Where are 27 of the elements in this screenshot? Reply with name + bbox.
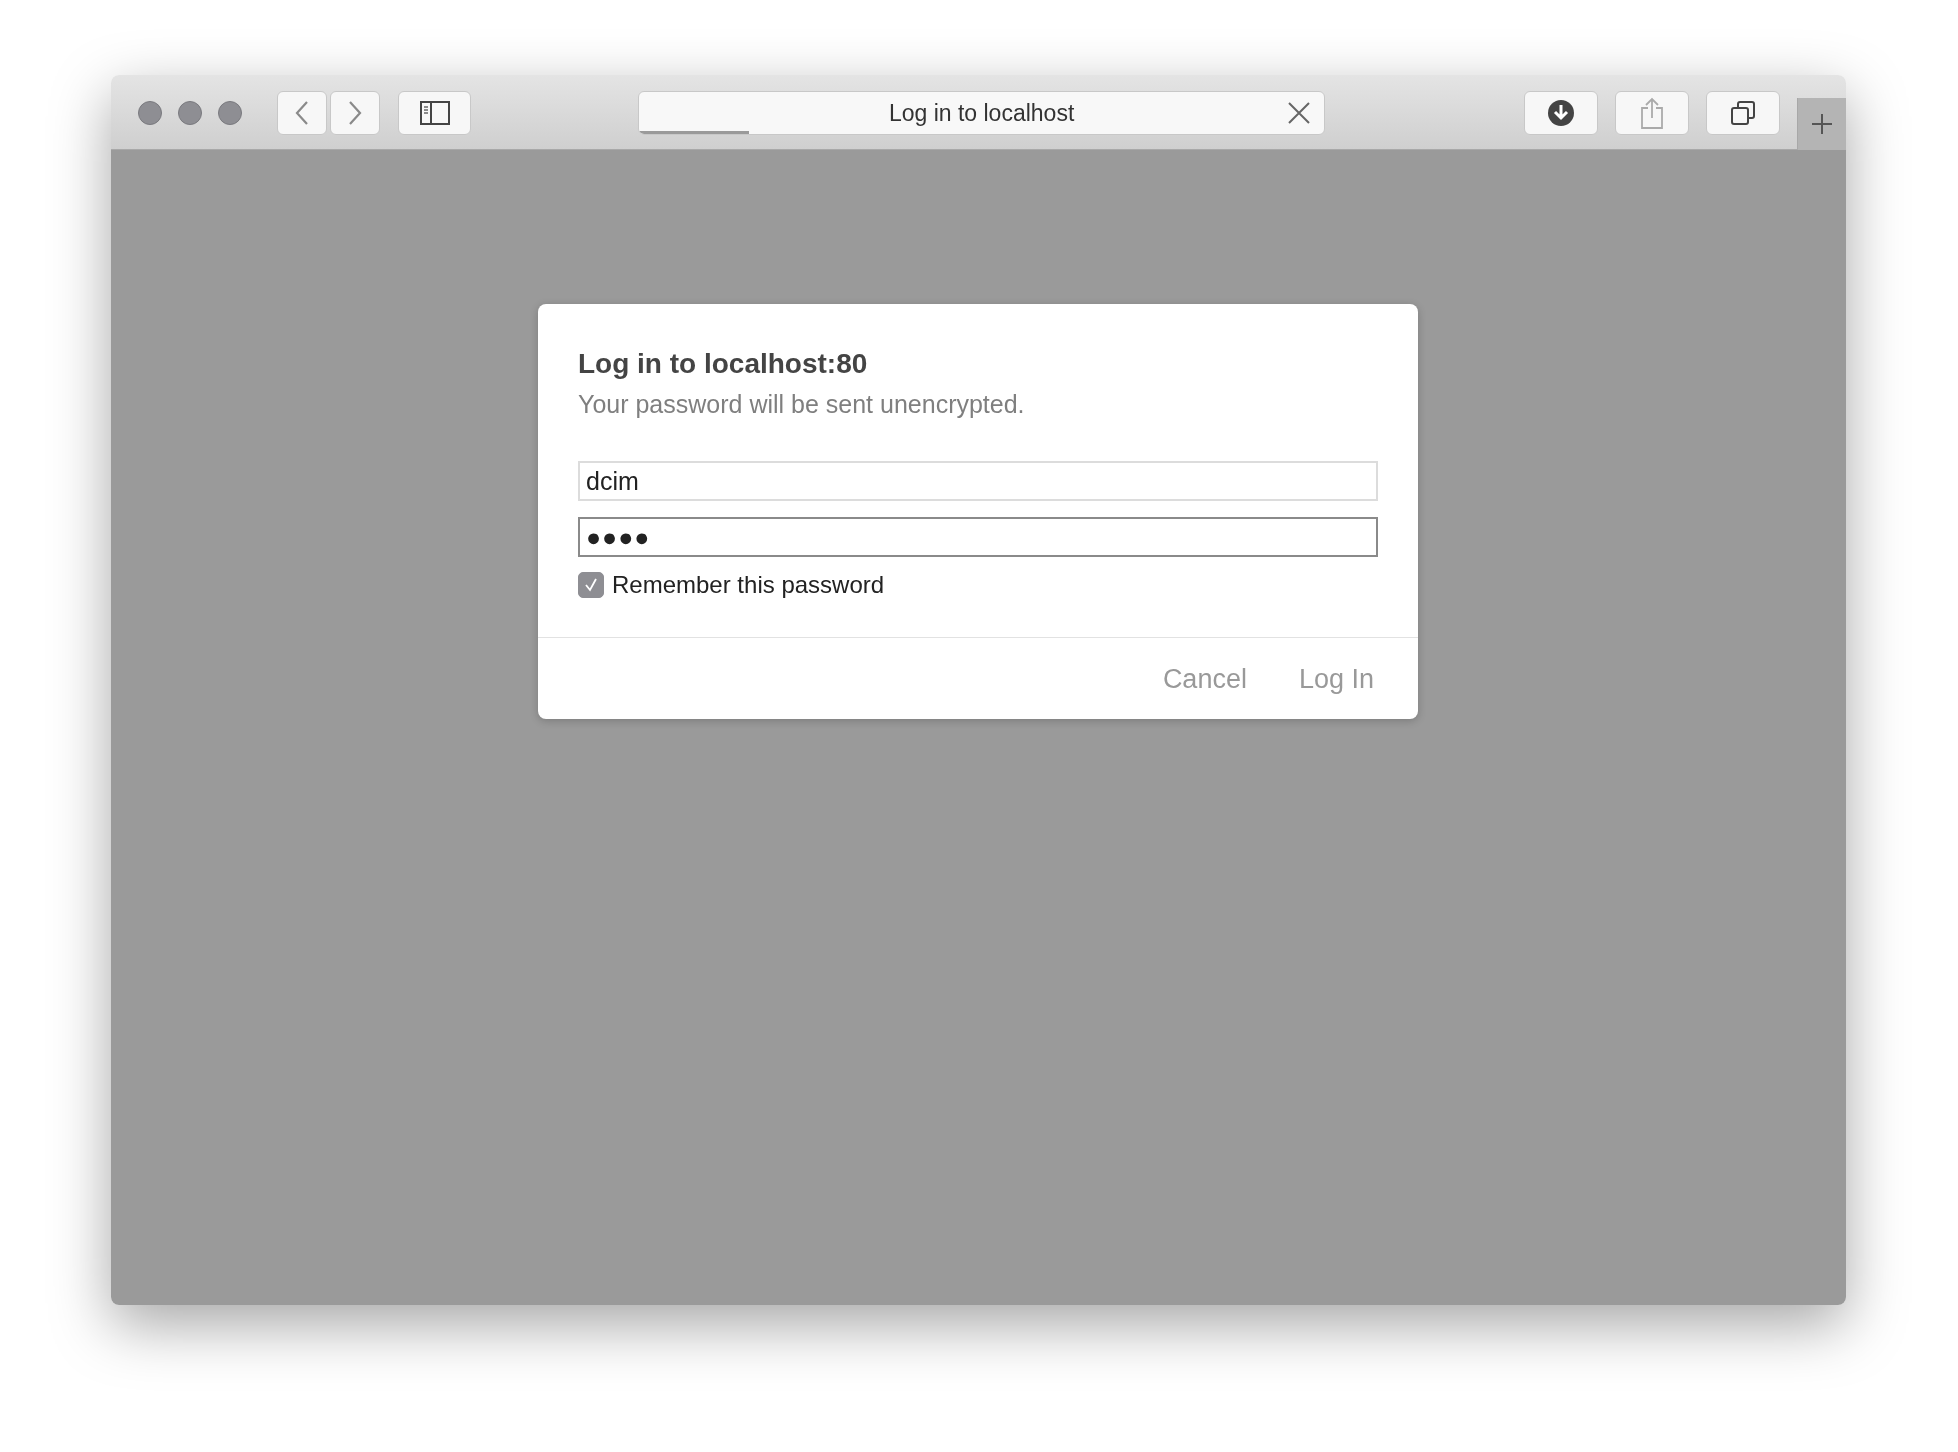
checkmark-icon <box>583 577 599 593</box>
remember-checkbox[interactable] <box>578 572 604 598</box>
minimize-window-button[interactable] <box>178 101 202 125</box>
close-window-button[interactable] <box>138 101 162 125</box>
share-icon <box>1640 97 1664 129</box>
address-bar[interactable]: Log in to localhost <box>638 91 1325 135</box>
sidebar-button[interactable] <box>398 91 472 135</box>
show-tabs-button[interactable] <box>1706 91 1780 135</box>
plus-icon <box>1811 113 1833 135</box>
forward-button[interactable] <box>330 91 380 135</box>
username-field[interactable]: dcim <box>578 461 1378 501</box>
close-icon[interactable] <box>1288 102 1310 124</box>
share-button[interactable] <box>1615 91 1689 135</box>
download-icon <box>1547 99 1575 127</box>
page-title: Log in to localhost <box>888 99 1075 127</box>
back-button[interactable] <box>277 91 327 135</box>
new-tab-button[interactable] <box>1797 98 1846 150</box>
password-field[interactable]: ●●●● <box>578 517 1378 557</box>
dialog-title: Log in to localhost:80 <box>578 348 869 380</box>
checkbox-label: Remember this password <box>612 571 885 599</box>
downloads-button[interactable] <box>1524 91 1598 135</box>
chevron-left-icon <box>294 100 310 126</box>
dialog-message: Your password will be sent unencrypted. <box>578 390 1026 419</box>
tabs-icon <box>1730 100 1756 126</box>
chevron-right-icon <box>347 100 363 126</box>
sidebar-icon <box>419 101 450 125</box>
zoom-window-button[interactable] <box>218 101 242 125</box>
